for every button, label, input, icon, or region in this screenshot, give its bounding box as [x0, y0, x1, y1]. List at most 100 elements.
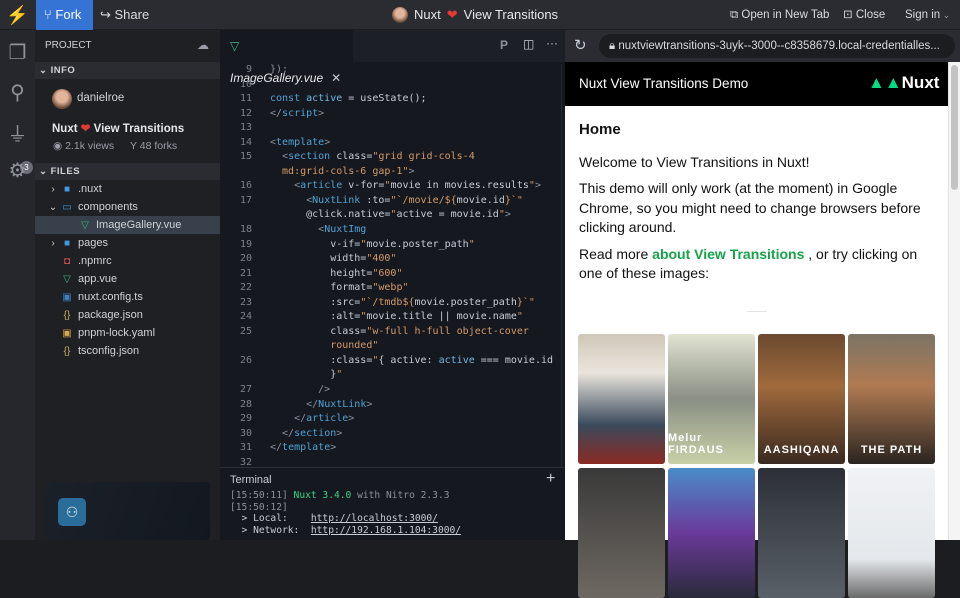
code-token: v-for=	[348, 180, 385, 192]
divider	[747, 311, 767, 312]
editor-scrollbar[interactable]	[561, 64, 564, 468]
file-item[interactable]: ▽ ImageGallery.vue	[35, 216, 220, 234]
file-item[interactable]: {} package.json	[35, 306, 220, 324]
file-item[interactable]: ▣ nuxt.config.ts	[35, 288, 220, 306]
line-number: 29	[239, 413, 252, 425]
file-item[interactable]: ▽ app.vue	[35, 270, 220, 288]
info-label: INFO	[50, 65, 76, 76]
gear-icon[interactable]: ⚙	[0, 158, 35, 183]
share-button[interactable]: ↪ Share	[100, 0, 149, 30]
code-token: "`/tmdb${	[360, 296, 415, 308]
plug-icon[interactable]: ⏚	[0, 118, 35, 147]
username[interactable]: danielroe	[77, 92, 124, 104]
chevron-icon: ⌄	[48, 202, 58, 213]
code-token: format=	[270, 282, 373, 294]
movie-poster[interactable]	[578, 468, 665, 598]
bolt-logo-icon[interactable]: ⚡	[0, 0, 35, 30]
close-label: Close	[855, 9, 886, 21]
share-label: Share	[114, 7, 150, 22]
code-token: :class=	[270, 354, 373, 366]
folder-icon: ■	[63, 238, 71, 249]
welcome-text: Welcome to View Transitions in Nuxt!	[579, 153, 810, 170]
read-more-text: Read more about View Transitions , or tr…	[579, 245, 939, 284]
code-line: 10	[220, 78, 560, 93]
code-line: 25 class="w-full h-full object-cover	[220, 325, 560, 340]
sign-in-button[interactable]: Sign in ⌄	[905, 0, 950, 30]
code-token: </	[270, 413, 307, 425]
file-item[interactable]: ▣ pnpm-lock.yaml	[35, 324, 220, 342]
code-line: 12 </script>	[220, 107, 560, 122]
movie-poster[interactable]	[758, 468, 845, 598]
poster-title: THE PATH	[860, 444, 923, 456]
site-header: Nuxt View Transitions Demo ▲▲Nuxt	[565, 62, 948, 106]
code-line: md:grid-cols-6 gap-1">	[220, 165, 560, 180]
code-line: @click.native="active = movie.id">	[220, 208, 560, 223]
files-icon[interactable]: ❐	[0, 40, 35, 65]
project-title: Nuxt ❤ View Transitions	[392, 0, 558, 30]
line-number: 27	[239, 384, 252, 396]
code-editor: ▽ ImageGallery.vue ✕ P ◫ ··· 9}); 10 11 cons…	[220, 30, 565, 540]
code-token: "webp"	[372, 282, 409, 294]
info-section-header[interactable]: ⌄ INFO	[35, 62, 220, 79]
code-line: 30 </section>	[220, 427, 560, 442]
heart-icon: ❤	[80, 123, 91, 135]
eye-icon: ◉	[53, 140, 66, 152]
split-editor-icon[interactable]: ◫	[523, 37, 534, 51]
code-token: :to=	[366, 194, 391, 206]
code-line: 24 :alt="movie.title || movie.name"	[220, 310, 560, 325]
url-field[interactable]: 🔒︎ nuxtviewtransitions-3uyk--3000--c8358…	[599, 34, 955, 58]
open-new-tab-button[interactable]: ⧉ Open in New Tab	[730, 0, 829, 30]
terminal-panel[interactable]: Terminal + [15:50:11] Nuxt 3.4.0 with Ni…	[220, 467, 565, 540]
fork-button[interactable]: ⑂ Fork	[36, 0, 93, 30]
code-token: >	[324, 136, 331, 148]
reload-icon[interactable]: ↻	[574, 36, 587, 54]
file-item[interactable]: ◘ .npmrc	[35, 252, 220, 270]
code-line: 27 />	[220, 383, 560, 398]
cloud-download-icon[interactable]: ☁	[197, 38, 209, 52]
code-token: "grid grid-cols-4	[372, 151, 475, 163]
files-section-header[interactable]: ⌄ FILES	[35, 163, 220, 180]
chevron-down-icon: ⌄	[39, 166, 51, 177]
code-token: article	[300, 180, 349, 192]
code-token: <	[270, 151, 289, 163]
local-label: > Local:	[230, 513, 311, 524]
movie-poster[interactable]	[578, 334, 665, 464]
local-url-link[interactable]: http://localhost:3000/	[311, 513, 438, 524]
prettier-icon[interactable]: P	[500, 38, 508, 52]
code-line: 19 v-if="movie.poster_path"	[220, 238, 560, 253]
line-number: 13	[239, 122, 252, 134]
tab-imagegallery[interactable]: ▽ ImageGallery.vue ✕	[220, 30, 353, 85]
promo-card[interactable]: ⚇	[45, 482, 210, 540]
file-item[interactable]: › ■ .nuxt	[35, 180, 220, 198]
code-token: movie.id	[456, 194, 505, 206]
add-terminal-icon[interactable]: +	[546, 470, 555, 488]
json-icon: {}	[63, 346, 71, 357]
network-label: > Network:	[230, 524, 311, 536]
movie-poster[interactable]: AASHIQANA	[758, 334, 845, 464]
nuxt-logo[interactable]: ▲▲Nuxt	[868, 73, 939, 93]
more-icon[interactable]: ···	[546, 36, 558, 50]
user-avatar[interactable]	[52, 89, 72, 109]
preview-scrollbar[interactable]	[948, 62, 960, 540]
vue-icon: ▽	[230, 39, 240, 53]
code-area[interactable]: 9}); 10 11 const active = useState(); 12 </sc…	[220, 63, 560, 470]
movie-poster[interactable]	[848, 468, 935, 598]
network-url-link[interactable]: http://192.168.1.104:3000/	[311, 525, 461, 536]
code-token: "	[468, 238, 475, 250]
search-icon[interactable]: ⚲	[0, 80, 35, 105]
site-title[interactable]: Nuxt View Transitions Demo	[579, 76, 748, 91]
page-content: Home Welcome to View Transitions in Nuxt…	[579, 120, 939, 291]
project-heading: PROJECT	[45, 40, 92, 51]
movie-poster[interactable]	[668, 468, 755, 598]
code-line: 23 :src="`/tmdb${movie.poster_path}`"	[220, 296, 560, 311]
view-transitions-link[interactable]: about View Transitions	[652, 246, 804, 262]
file-item[interactable]: {} tsconfig.json	[35, 342, 220, 360]
scrollbar-thumb[interactable]	[951, 65, 958, 190]
activity-bar: ❐ ⚲ ⏚ 3 ⚙	[0, 30, 35, 540]
file-item[interactable]: › ■ pages	[35, 234, 220, 252]
file-item[interactable]: ⌄ ▭ components	[35, 198, 220, 216]
movie-poster[interactable]: Melur FIRDAUS	[668, 334, 755, 464]
movie-poster[interactable]: THE PATH	[848, 334, 935, 464]
code-token: rounded"	[270, 340, 379, 352]
close-button[interactable]: ⊡ Close	[843, 0, 885, 30]
